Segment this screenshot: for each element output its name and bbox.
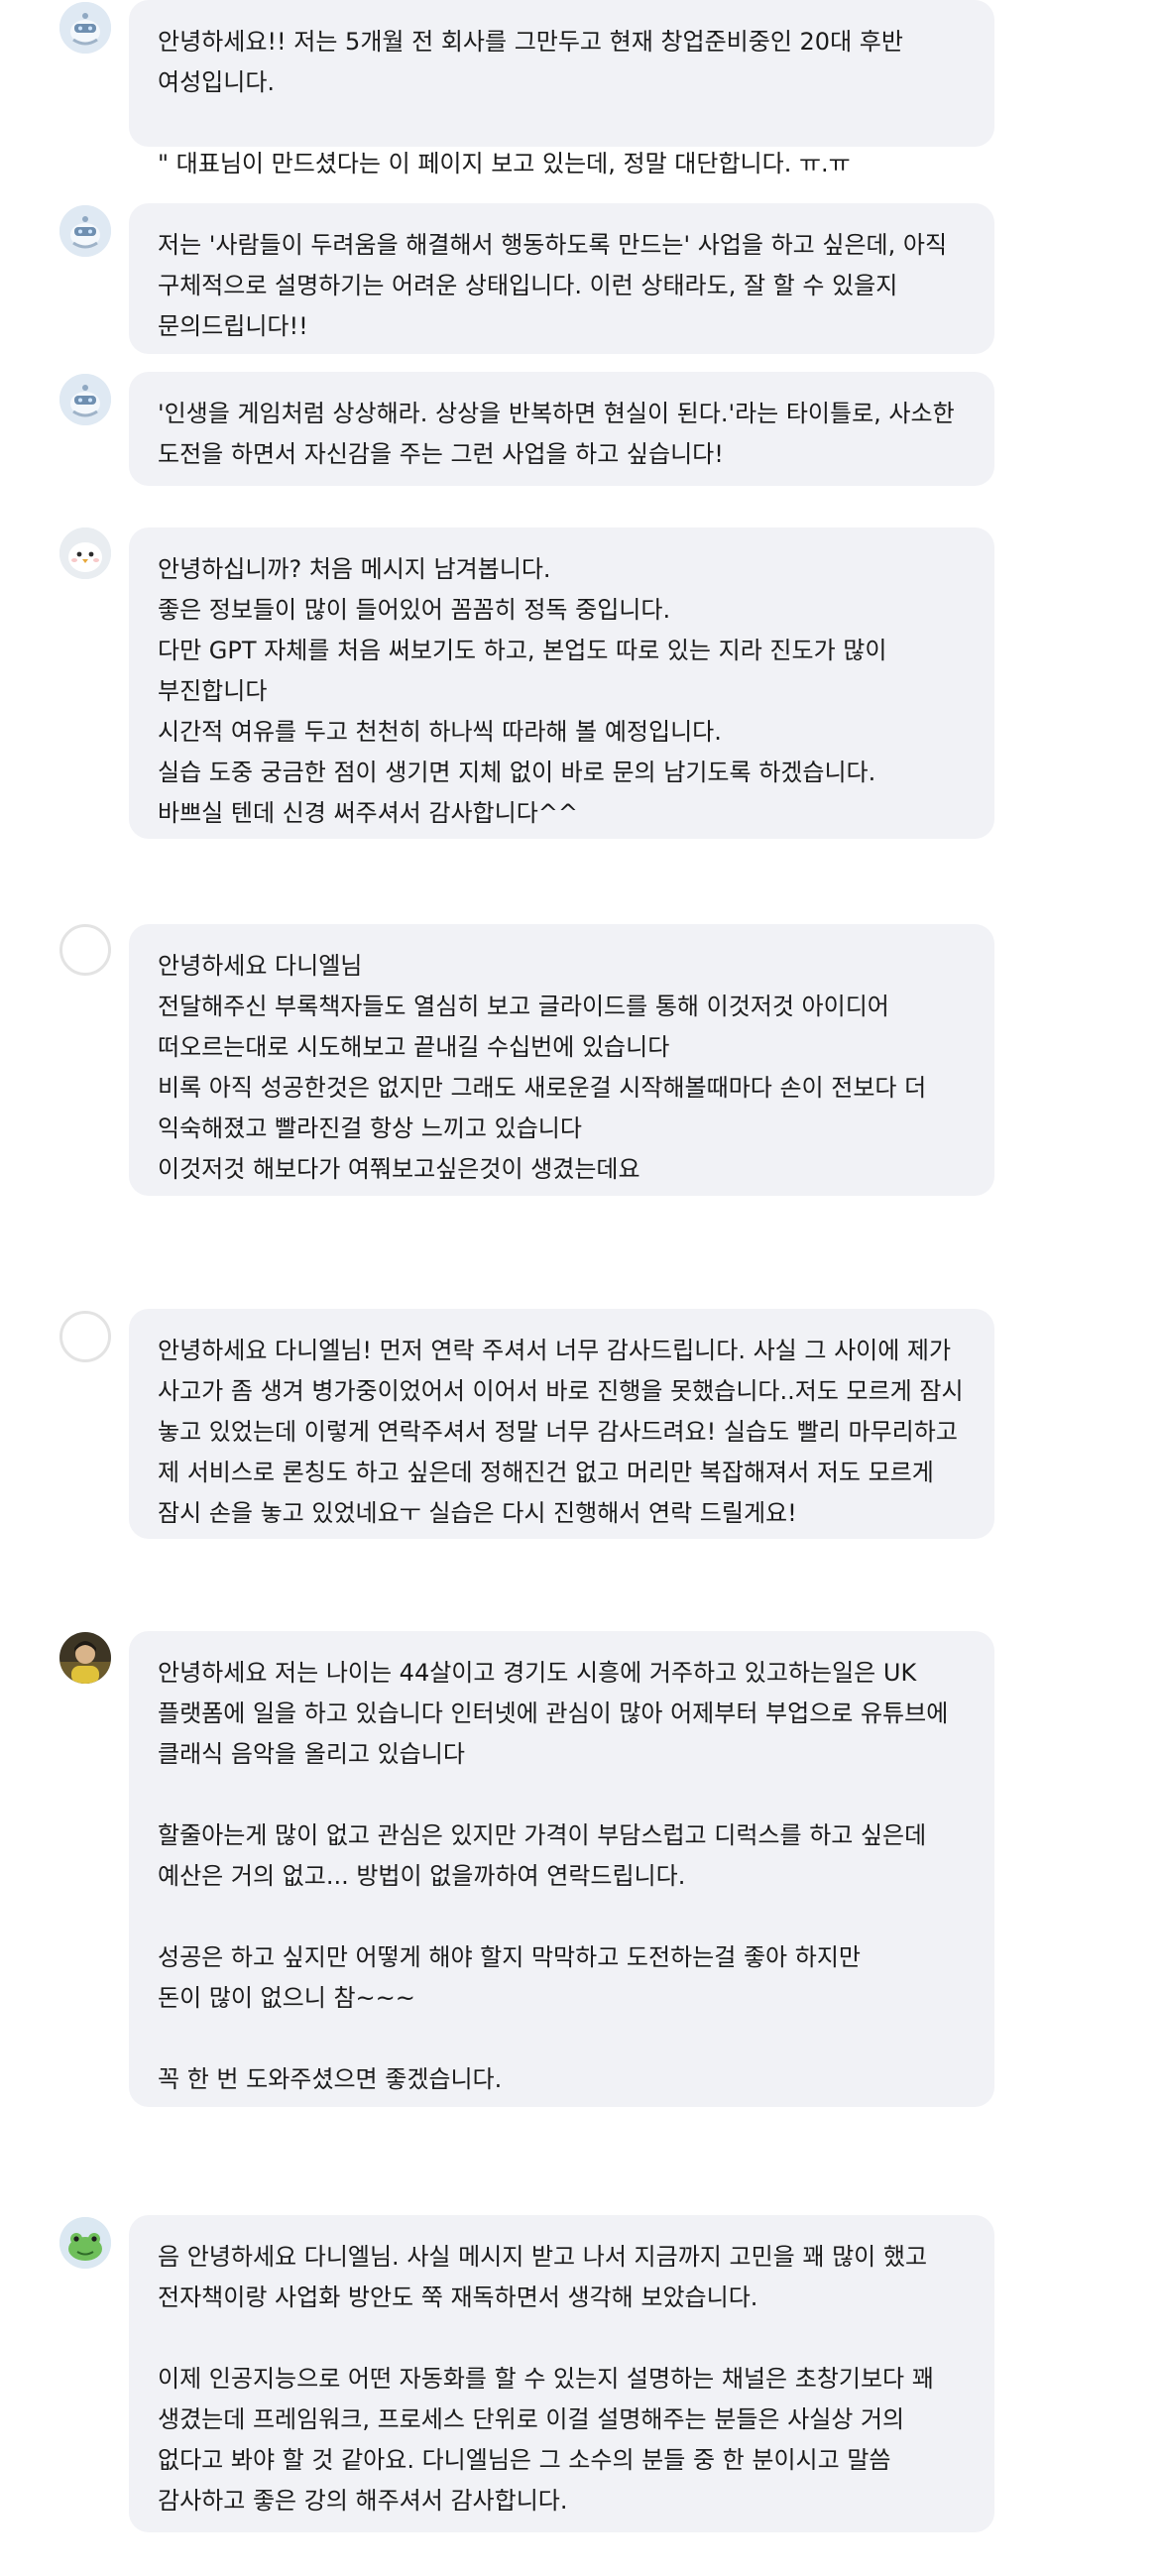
default-avatar-icon[interactable] <box>59 1311 111 1362</box>
default-avatar-icon[interactable] <box>59 924 111 976</box>
message-text: 이제 인공지능으로 어떤 자동화를 할 수 있는지 설명하는 채널은 초창기보다… <box>158 2365 942 2515</box>
message-text: " 대표님이 만드셨다는 이 페이지 보고 있는데, 정말 대단합니다. ㅠ.ㅠ <box>158 150 851 177</box>
message-text: 저는 '사람들이 두려움을 해결해서 행동하도록 만드는' 사업을 하고 싶은데… <box>158 231 955 340</box>
message-text: 안녕하세요 다니엘님 전달해주신 부록책자들도 열심히 보고 글라이드를 통해 … <box>158 952 927 1183</box>
message-bubble: 안녕하십니까? 처음 메시지 남겨봅니다. 좋은 정보들이 많이 들어있어 꼼꼼… <box>129 527 994 839</box>
message-text: 음 안녕하세요 다니엘님. 사실 메시지 받고 나서 지금까지 고민을 꽤 많이… <box>158 2243 935 2311</box>
message-bubble: 저는 '사람들이 두려움을 해결해서 행동하도록 만드는' 사업을 하고 싶은데… <box>129 203 994 354</box>
message-text: 안녕하세요!! 저는 5개월 전 회사를 그만두고 현재 창업준비중인 20대 … <box>158 28 911 96</box>
message-text: 안녕하세요 저는 나이는 44살이고 경기도 시흥에 거주하고 있고하는일은 U… <box>158 1659 956 1768</box>
message-text: 꼭 한 번 도와주셨으면 좋겠습니다. <box>158 2065 503 2093</box>
frog-avatar-icon[interactable] <box>59 2217 111 2269</box>
message-bubble: 안녕하세요 저는 나이는 44살이고 경기도 시흥에 거주하고 있고하는일은 U… <box>129 1631 994 2107</box>
robot-avatar-icon[interactable] <box>59 205 111 257</box>
message-bubble: 안녕하세요!! 저는 5개월 전 회사를 그만두고 현재 창업준비중인 20대 … <box>129 0 994 177</box>
message-bubble: 안녕하세요 다니엘님 전달해주신 부록책자들도 열심히 보고 글라이드를 통해 … <box>129 924 994 1196</box>
robot-avatar-icon[interactable] <box>59 374 111 425</box>
photo-avatar-icon[interactable] <box>59 1632 111 1684</box>
message-text: 안녕하십니까? 처음 메시지 남겨봅니다. 좋은 정보들이 많이 들어있어 꼼꼼… <box>158 555 887 827</box>
bird-avatar-icon[interactable] <box>59 527 111 579</box>
message-bubble: 안녕하세요 다니엘님! 먼저 연락 주셔서 너무 감사드립니다. 사실 그 사이… <box>129 1309 994 1539</box>
message-bubble: 음 안녕하세요 다니엘님. 사실 메시지 받고 나서 지금까지 고민을 꽤 많이… <box>129 2215 994 2532</box>
robot-avatar-icon[interactable] <box>59 2 111 54</box>
message-bubble: '인생을 게임처럼 상상해라. 상상을 반복하면 현실이 된다.'라는 타이틀로… <box>129 372 994 486</box>
message-text: 안녕하세요 다니엘님! 먼저 연락 주셔서 너무 감사드립니다. 사실 그 사이… <box>158 1337 972 1527</box>
message-text: 성공은 하고 싶지만 어떻게 해야 할지 막막하고 도전하는걸 좋아 하지만 돈… <box>158 1943 861 2012</box>
message-text: '인생을 게임처럼 상상해라. 상상을 반복하면 현실이 된다.'라는 타이틀로… <box>158 400 963 468</box>
message-text: 할줄아는게 많이 없고 관심은 있지만 가격이 부담스럽고 디럭스를 하고 싶은… <box>158 1821 934 1890</box>
